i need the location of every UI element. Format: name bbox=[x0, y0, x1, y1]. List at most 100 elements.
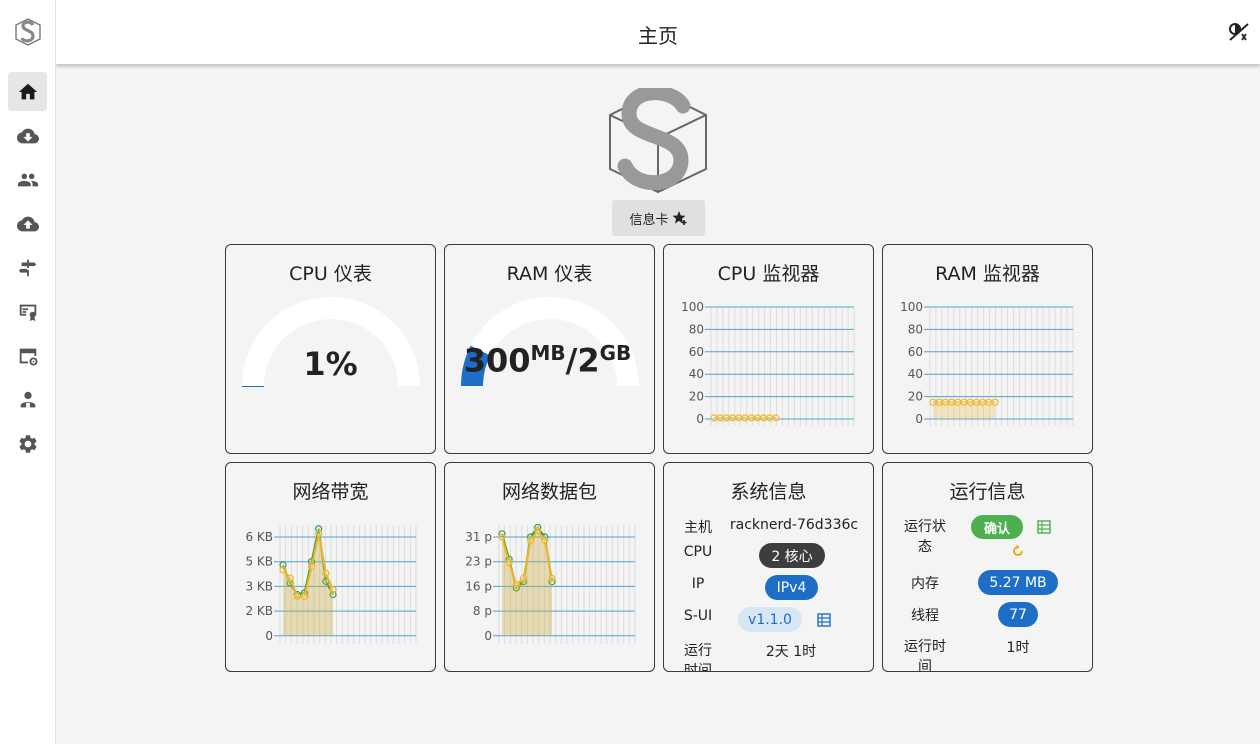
data-point bbox=[991, 398, 999, 406]
app-logo-large-icon bbox=[609, 88, 707, 194]
data-point bbox=[519, 574, 528, 583]
table-icon[interactable] bbox=[817, 613, 831, 627]
sui-version-badge: v1.1.0 bbox=[738, 607, 802, 632]
data-point bbox=[772, 414, 780, 422]
run-uptime-label: 运行时间 bbox=[904, 639, 946, 672]
network-packets-chart: 31 p 23 p 16 p 8 p 0 bbox=[465, 523, 636, 644]
sidebar-item-tls[interactable] bbox=[8, 292, 47, 331]
y-tick-label: 60 bbox=[689, 345, 704, 359]
status-badge: 确认 bbox=[971, 515, 1023, 539]
y-tick-label: 80 bbox=[689, 322, 704, 336]
restart-icon[interactable] bbox=[1011, 544, 1025, 558]
app-header: 主页 bbox=[56, 0, 1260, 64]
uptime-value: 2天 1时 bbox=[765, 644, 817, 660]
y-tick-label: 100 bbox=[681, 300, 704, 314]
y-tick-label: 6 KB bbox=[245, 530, 273, 544]
card-run-info: 运行信息 运行状态 确认 内存 5.27 MB 线程 77 运行时间 1时 bbox=[882, 462, 1093, 672]
sidebar-item-admins[interactable] bbox=[8, 380, 47, 419]
y-tick-label: 20 bbox=[908, 390, 923, 404]
star-plus-icon bbox=[672, 211, 686, 225]
card-system-info: 系统信息 主机 racknerd-76d336c CPU 2 核心 IP IPv… bbox=[663, 462, 874, 672]
data-point bbox=[293, 592, 301, 600]
uptime-row: 运行时间 2天 1时 bbox=[664, 639, 873, 672]
data-point bbox=[548, 574, 556, 583]
y-tick-label: 5 KB bbox=[245, 555, 273, 569]
y-tick-label: 40 bbox=[908, 367, 923, 381]
host-value: racknerd-76d336c bbox=[729, 517, 859, 533]
data-point bbox=[286, 574, 294, 582]
host-row: 主机 racknerd-76d336c bbox=[664, 515, 873, 543]
y-tick-label: 0 bbox=[915, 412, 923, 426]
card-cpu-monitor: CPU 监视器 100 80 60 40 20 0 bbox=[663, 244, 874, 454]
y-tick-label: 60 bbox=[908, 345, 923, 359]
data-point bbox=[960, 398, 968, 406]
sidebar-item-basics[interactable] bbox=[8, 336, 47, 375]
data-point bbox=[941, 398, 950, 406]
y-tick-label: 31 p bbox=[465, 530, 492, 544]
y-tick-label: 100 bbox=[900, 300, 923, 314]
sui-label: S-UI bbox=[683, 608, 713, 624]
data-point bbox=[315, 530, 323, 538]
data-point bbox=[929, 398, 937, 406]
data-point bbox=[947, 398, 956, 406]
memory-badge: 5.27 MB bbox=[978, 570, 1058, 595]
data-point bbox=[753, 414, 762, 422]
data-point bbox=[329, 586, 337, 594]
web-settings-icon bbox=[19, 348, 38, 366]
card-title: 运行信息 bbox=[949, 481, 1026, 503]
info-card-button[interactable]: 信息卡 bbox=[612, 200, 705, 236]
home-icon bbox=[18, 83, 37, 99]
y-tick-label: 3 KB bbox=[245, 579, 273, 593]
cpu-gauge-value: 1% bbox=[303, 345, 358, 383]
y-tick-label: 20 bbox=[689, 390, 704, 404]
data-point bbox=[307, 563, 316, 571]
run-uptime-value: 1时 bbox=[1006, 640, 1030, 656]
sui-row: S-UI v1.1.0 bbox=[664, 607, 873, 635]
card-network-bandwidth: 网络带宽 6 KB 5 KB 3 KB 2 KB 0 bbox=[225, 462, 436, 672]
data-point bbox=[735, 414, 743, 422]
data-point bbox=[954, 398, 962, 406]
uptime-label: 运行时间 bbox=[684, 643, 712, 672]
threads-badge: 77 bbox=[998, 602, 1038, 627]
data-point bbox=[766, 414, 774, 422]
certificate-icon bbox=[19, 304, 36, 321]
gear-icon bbox=[18, 434, 37, 453]
y-tick-label: 8 p bbox=[473, 604, 492, 618]
cloud-upload-icon bbox=[16, 216, 39, 231]
y-tick-label: 16 p bbox=[465, 579, 492, 593]
app-logo-icon bbox=[15, 18, 41, 46]
ram-total-unit: GB bbox=[599, 341, 632, 365]
run-uptime-row: 运行时间 1时 bbox=[883, 635, 1092, 672]
info-card-label: 信息卡 bbox=[629, 212, 669, 228]
sidebar-item-rules[interactable] bbox=[8, 248, 47, 287]
admin-icon bbox=[20, 391, 35, 407]
y-tick-label: 40 bbox=[689, 367, 704, 381]
sidebar-item-home[interactable] bbox=[8, 72, 47, 111]
ip-label: IP bbox=[691, 576, 705, 592]
data-point bbox=[322, 569, 330, 577]
data-point bbox=[978, 398, 987, 406]
sidebar-item-outbounds[interactable] bbox=[8, 204, 47, 243]
data-point bbox=[300, 592, 309, 600]
theme-toggle-icon[interactable] bbox=[1226, 20, 1252, 44]
data-point bbox=[541, 536, 549, 544]
ip-badge[interactable]: IPv4 bbox=[765, 575, 818, 600]
page-title: 主页 bbox=[638, 24, 678, 48]
sidebar-item-inbounds[interactable] bbox=[8, 116, 47, 155]
sidebar bbox=[0, 0, 56, 744]
cpu-row: CPU 2 核心 bbox=[664, 543, 873, 571]
logs-icon[interactable] bbox=[1037, 520, 1051, 534]
status-label: 运行状态 bbox=[904, 519, 946, 555]
cloud-download-icon bbox=[16, 128, 39, 143]
gauge-fill bbox=[242, 386, 264, 387]
sidebar-item-settings[interactable] bbox=[8, 424, 47, 463]
y-tick-label: 23 p bbox=[465, 555, 492, 569]
data-point bbox=[747, 414, 755, 422]
data-point bbox=[966, 398, 974, 406]
y-tick-label: 80 bbox=[908, 322, 923, 336]
ram-total: 2 bbox=[577, 341, 600, 380]
card-network-packets: 网络数据包 31 p 23 p 16 p8 p0 bbox=[444, 462, 655, 672]
data-point bbox=[741, 414, 749, 422]
sidebar-item-clients[interactable] bbox=[8, 160, 47, 199]
data-point bbox=[722, 414, 731, 422]
